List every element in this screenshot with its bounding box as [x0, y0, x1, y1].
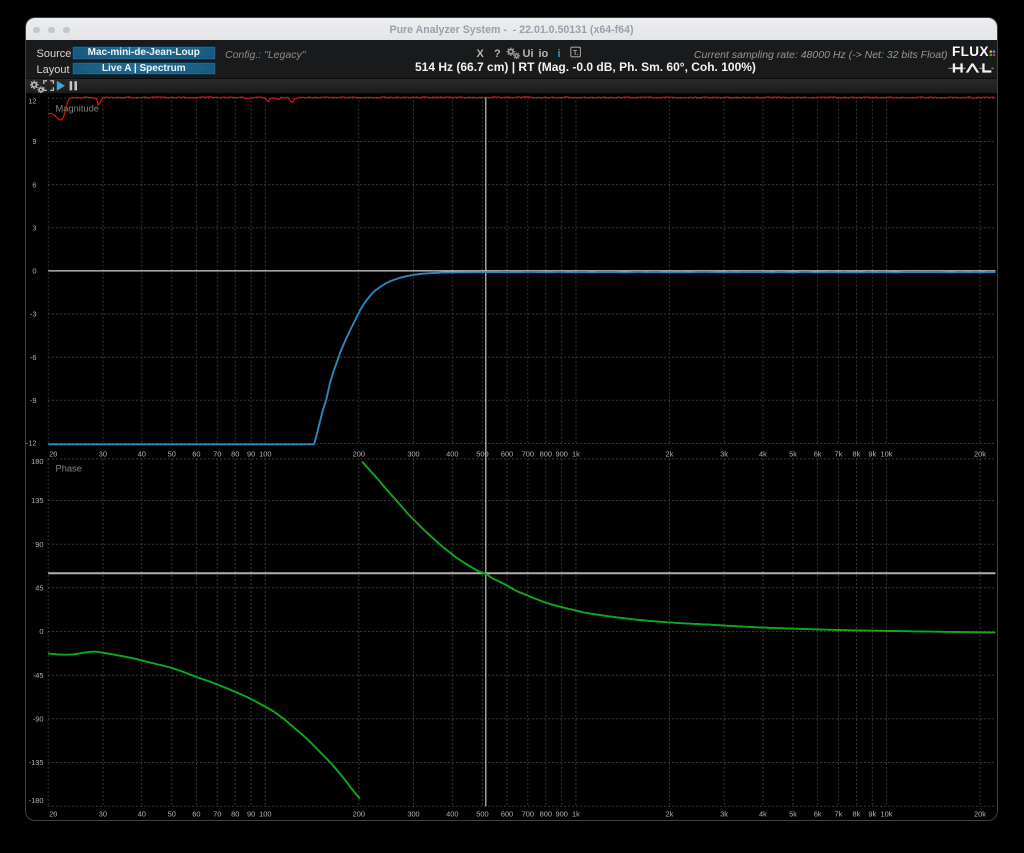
svg-text:T.: T.: [573, 50, 579, 57]
